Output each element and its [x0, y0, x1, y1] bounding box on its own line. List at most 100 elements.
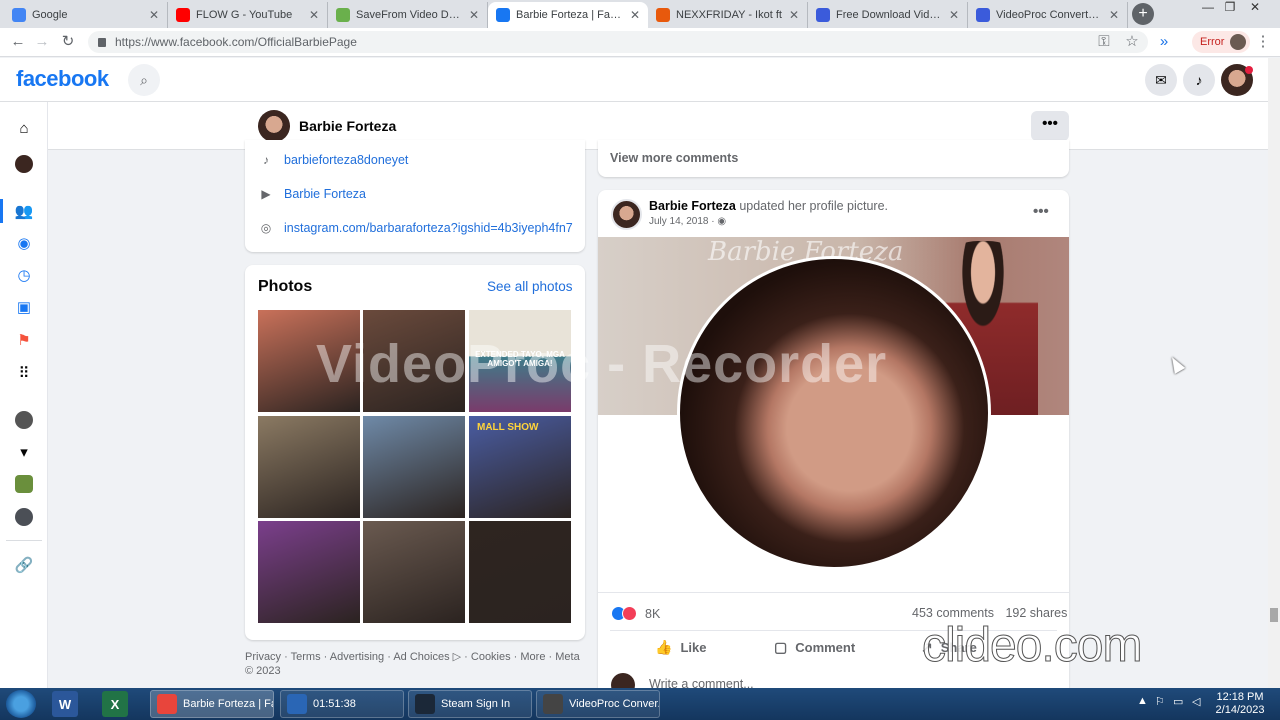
- tray-expand-icon[interactable]: ▲: [1137, 695, 1148, 707]
- bookmark-star-icon[interactable]: ☆: [1122, 33, 1142, 53]
- taskbar-app-label: VideoProc Conver...: [569, 698, 660, 710]
- photo-thumbnail[interactable]: [258, 416, 360, 518]
- forward-icon[interactable]: →: [32, 33, 52, 53]
- browser-tab[interactable]: VideoProc Converter - V ✕: [968, 2, 1128, 28]
- link-icon[interactable]: 🔗: [12, 553, 36, 577]
- page-more-button[interactable]: •••: [1031, 111, 1069, 141]
- clock-date: 2/14/2023: [1215, 704, 1265, 716]
- tab-favicon-icon: [12, 8, 26, 22]
- comment-label: Comment: [795, 640, 856, 655]
- scrollbar-thumb[interactable]: [1270, 608, 1278, 622]
- friends-icon[interactable]: 👥: [12, 199, 36, 223]
- facebook-header: [0, 58, 1268, 102]
- maximize-button[interactable]: ❐: [1221, 0, 1239, 14]
- volume-icon[interactable]: ◁: [1192, 695, 1200, 708]
- intro-link[interactable]: ♪ barbieforteza8doneyet: [258, 152, 408, 168]
- comment-button[interactable]: ▢ Comment: [774, 639, 855, 656]
- minimize-button[interactable]: —: [1199, 0, 1217, 14]
- search-icon[interactable]: ⌕: [128, 64, 160, 96]
- tab-close-icon[interactable]: ✕: [469, 8, 479, 22]
- taskbar-clock[interactable]: 12:18 PM 2/14/2023: [1212, 691, 1268, 717]
- reaction-count: 8K: [645, 606, 661, 621]
- messenger-icon[interactable]: ✉: [1145, 64, 1177, 96]
- tab-close-icon[interactable]: ✕: [309, 8, 319, 22]
- tab-title: NEXXFRIDAY - Ikot ft: [676, 9, 782, 21]
- thumbs-up-icon: 👍: [655, 639, 673, 655]
- page-scrollbar[interactable]: [1268, 58, 1280, 688]
- recorder-watermark: VideoProc - Recorder: [316, 334, 888, 394]
- photo-thumbnail[interactable]: [469, 521, 571, 623]
- post-image[interactable]: Barbie Forteza: [598, 237, 1069, 592]
- view-more-comments-link[interactable]: View more comments: [610, 151, 738, 165]
- memories-icon[interactable]: ◷: [12, 263, 36, 287]
- see-all-photos-link[interactable]: See all photos: [487, 279, 573, 294]
- shortcut-app-icon[interactable]: [12, 408, 36, 432]
- new-tab-button[interactable]: +: [1132, 3, 1154, 25]
- key-icon[interactable]: ⚿: [1094, 33, 1114, 53]
- tab-close-icon[interactable]: ✕: [789, 8, 799, 22]
- tab-close-icon[interactable]: ✕: [630, 8, 640, 22]
- photos-title: Photos: [258, 278, 313, 295]
- profile-avatar: [1230, 34, 1247, 50]
- browser-tab[interactable]: Barbie Forteza | Facebook ✕: [488, 2, 648, 28]
- photo-thumbnail[interactable]: MALL SHOW: [469, 416, 571, 518]
- notifications-bell-icon[interactable]: ♪: [1183, 64, 1215, 96]
- page-title[interactable]: Barbie Forteza: [299, 118, 396, 134]
- reload-icon[interactable]: ↻: [58, 33, 78, 53]
- close-window-button[interactable]: ✕: [1246, 0, 1264, 14]
- like-button[interactable]: 👍 Like: [655, 639, 706, 656]
- home-icon[interactable]: ⌂: [12, 116, 36, 140]
- taskbar-app-label: Barbie Forteza | Fa...: [183, 698, 273, 710]
- browser-tab[interactable]: Google ✕: [4, 2, 168, 28]
- post-divider: [598, 592, 1069, 593]
- game-shortcut-icon[interactable]: [12, 472, 36, 496]
- tray-network-icon[interactable]: ⚐: [1155, 695, 1165, 708]
- taskbar-app-button[interactable]: VideoProc Conver...: [536, 690, 660, 718]
- taskbar-app-button[interactable]: Barbie Forteza | Fa...: [150, 690, 274, 718]
- group-shortcut-icon[interactable]: [12, 505, 36, 529]
- watch-icon[interactable]: ▣: [12, 295, 36, 319]
- post-author-name[interactable]: Barbie Forteza: [649, 199, 736, 213]
- intro-link[interactable]: ◎ instagram.com/barbaraforteza?igshid=4b3…: [258, 220, 573, 236]
- browser-tab[interactable]: SaveFrom Video Downlo ✕: [328, 2, 488, 28]
- profile-shortcut-icon[interactable]: [12, 152, 36, 176]
- photo-thumbnail[interactable]: [363, 521, 465, 623]
- menu-grid-icon[interactable]: ⠿: [12, 361, 36, 385]
- page-avatar[interactable]: [258, 110, 290, 142]
- pinned-app-icon[interactable]: W: [52, 691, 78, 717]
- profile-error-button[interactable]: Error: [1192, 31, 1250, 53]
- taskbar-app-button[interactable]: 01:51:38: [280, 690, 404, 718]
- post-author-avatar[interactable]: [611, 199, 642, 230]
- tray-monitor-icon[interactable]: ▭: [1173, 695, 1183, 708]
- tab-close-icon[interactable]: ✕: [149, 8, 159, 22]
- taskbar-app-button[interactable]: Steam Sign In: [408, 690, 532, 718]
- profile-picture-circle: [677, 256, 991, 570]
- footer-links[interactable]: Privacy · Terms · Advertising · Ad Choic…: [245, 650, 585, 678]
- browser-tab[interactable]: FLOW G - YouTube ✕: [168, 2, 328, 28]
- taskbar-app-icon: [415, 694, 435, 714]
- browser-tab[interactable]: NEXXFRIDAY - Ikot ft ✕: [648, 2, 808, 28]
- tab-close-icon[interactable]: ✕: [1109, 8, 1119, 22]
- pinned-app-icon[interactable]: X: [102, 691, 128, 717]
- tab-close-icon[interactable]: ✕: [949, 8, 959, 22]
- extension-icon[interactable]: »: [1154, 33, 1174, 53]
- taskbar-app-label: 01:51:38: [313, 698, 356, 710]
- facebook-logo[interactable]: facebook: [16, 66, 109, 92]
- reaction-summary[interactable]: 8K: [611, 606, 660, 621]
- chrome-menu-icon[interactable]: ⋮: [1253, 33, 1273, 53]
- post-date[interactable]: July 14, 2018 · ◉: [649, 216, 726, 227]
- address-bar[interactable]: https://www.facebook.com/OfficialBarbieP…: [88, 31, 1148, 53]
- start-button[interactable]: [6, 690, 36, 718]
- like-label: Like: [680, 640, 707, 655]
- photo-thumbnail[interactable]: [363, 416, 465, 518]
- back-icon[interactable]: ←: [8, 33, 28, 53]
- photo-thumbnail[interactable]: [258, 521, 360, 623]
- browser-tab[interactable]: Free Download Videos O ✕: [808, 2, 968, 28]
- see-more-chevron-icon[interactable]: ▾: [12, 440, 36, 464]
- pages-flag-icon[interactable]: ⚑: [12, 328, 36, 352]
- post-menu-button[interactable]: •••: [1033, 203, 1049, 220]
- error-label: Error: [1200, 36, 1225, 48]
- intro-link[interactable]: ▶ Barbie Forteza: [258, 186, 366, 202]
- groups-icon[interactable]: ◉: [12, 231, 36, 255]
- youtube-icon: ▶: [261, 187, 271, 201]
